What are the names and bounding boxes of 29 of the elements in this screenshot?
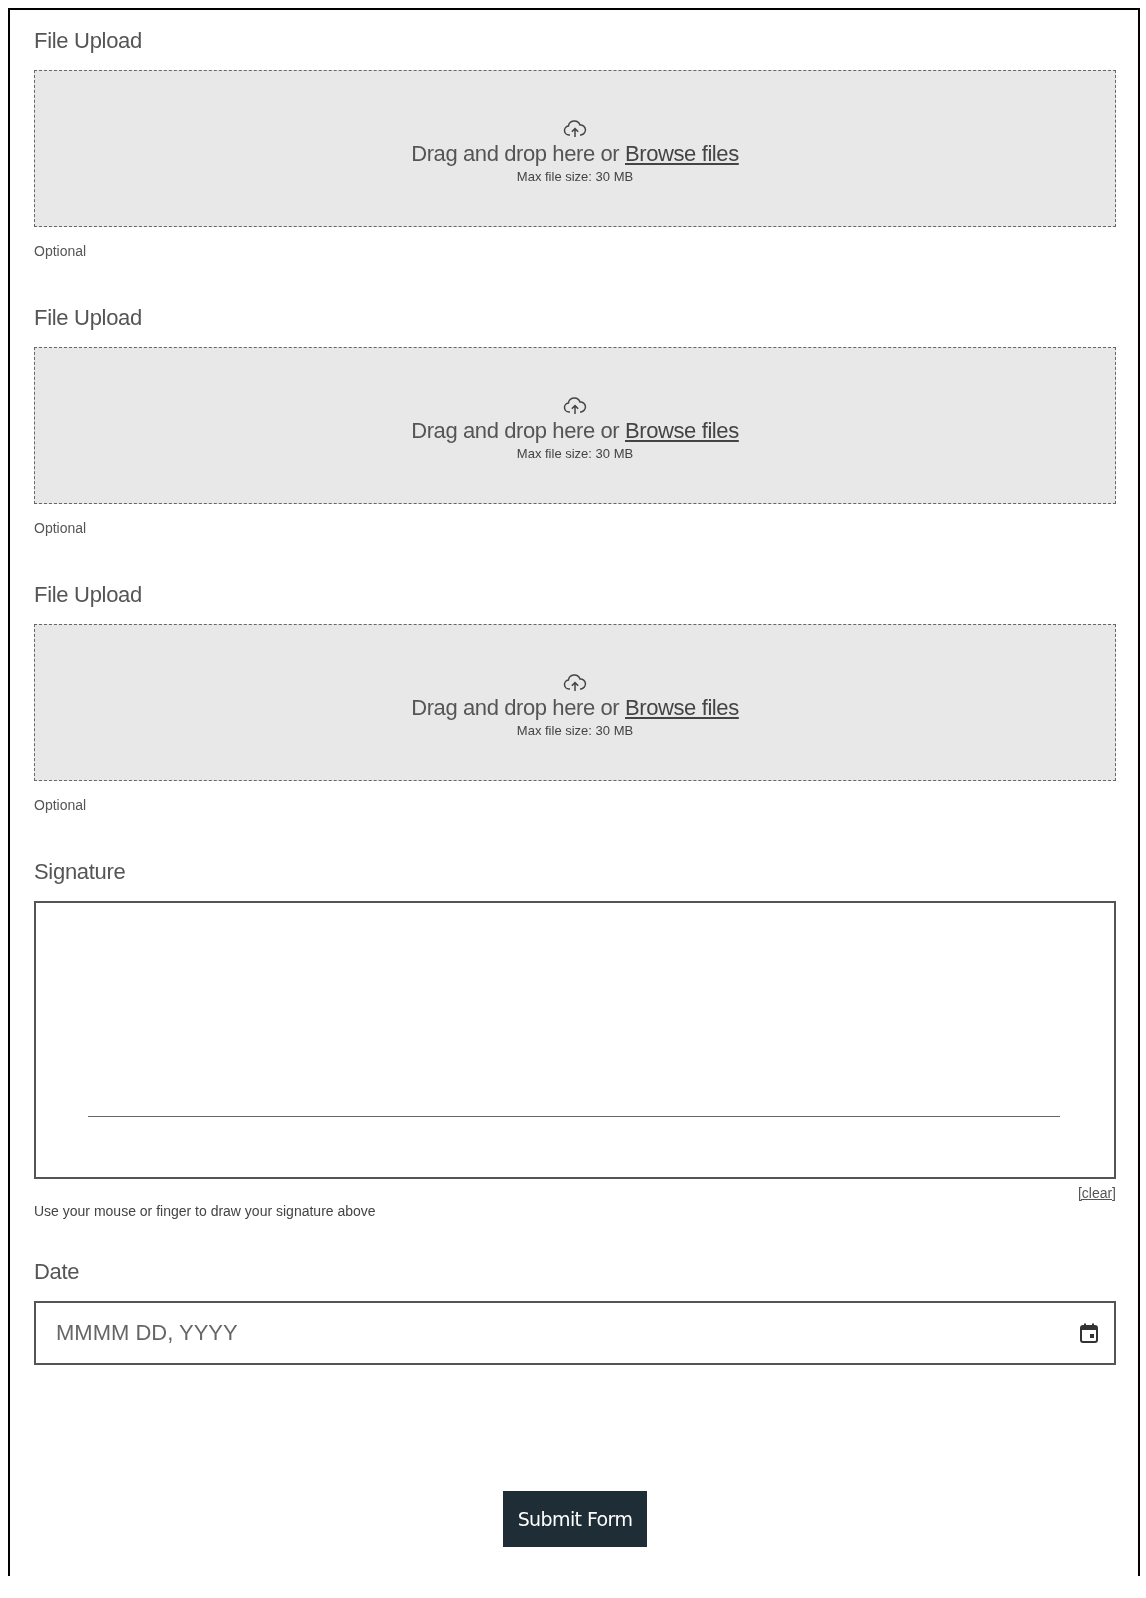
signature-pad[interactable] — [34, 901, 1116, 1179]
cloud-upload-icon — [563, 673, 587, 693]
drop-instruction: Drag and drop here or — [411, 141, 620, 166]
calendar-icon[interactable] — [1080, 1323, 1098, 1343]
max-file-size-text: Max file size: 30 MB — [516, 169, 634, 184]
browse-files-link[interactable]: Browse files — [625, 418, 739, 443]
cloud-upload-icon — [563, 396, 587, 416]
drop-instruction: Drag and drop here or — [411, 418, 620, 443]
field-label: Date — [34, 1258, 81, 1286]
max-file-size-text: Max file size: 30 MB — [516, 446, 634, 461]
optional-hint: Optional — [34, 243, 88, 259]
cloud-upload-icon — [563, 119, 587, 139]
max-file-size-text: Max file size: 30 MB — [516, 723, 634, 738]
optional-hint: Optional — [34, 520, 88, 536]
date-input-field[interactable]: MMMM DD, YYYY — [34, 1301, 1116, 1365]
optional-hint: Optional — [34, 797, 88, 813]
file-drop-zone[interactable]: Drag and drop here or Browse files Max file size: 30 MB — [34, 624, 1116, 781]
file-drop-zone[interactable]: Drag and drop here or Browse files Max file size: 30 MB — [34, 347, 1116, 504]
signature-hint: Use your mouse or finger to draw your signature above — [34, 1203, 377, 1219]
field-label: Signature — [34, 858, 127, 886]
submit-form-button[interactable]: Submit Form — [502, 1491, 648, 1547]
field-label: File Upload — [34, 27, 143, 55]
field-label: File Upload — [34, 581, 143, 609]
browse-files-link[interactable]: Browse files — [625, 141, 739, 166]
clear-link[interactable]: [clear] — [1077, 1185, 1116, 1201]
drop-instruction: Drag and drop here or — [411, 695, 620, 720]
browse-files-link[interactable]: Browse files — [625, 695, 739, 720]
file-drop-zone[interactable]: Drag and drop here or Browse files Max file size: 30 MB — [34, 70, 1116, 227]
field-label: File Upload — [34, 304, 143, 332]
